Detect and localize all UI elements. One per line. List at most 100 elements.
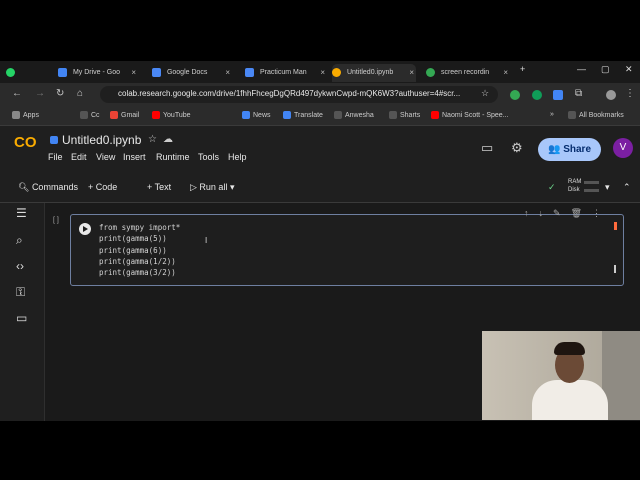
- bookmark-sharts[interactable]: Sharts: [389, 111, 420, 119]
- comment-icon[interactable]: ▭: [481, 140, 493, 156]
- tab-my-drive[interactable]: My Drive - Goo ×: [58, 64, 138, 82]
- run-all-button[interactable]: ▷ Run all ▾: [190, 182, 234, 193]
- share-button[interactable]: 👥 Share: [538, 138, 601, 161]
- menu-file[interactable]: File: [48, 152, 63, 162]
- bookmark-youtube[interactable]: YouTube: [152, 111, 191, 119]
- table-of-contents-icon[interactable]: ☰: [16, 206, 27, 220]
- bookmark-gmail[interactable]: Gmail: [110, 111, 139, 119]
- bookmark-news[interactable]: News: [242, 111, 271, 119]
- tab-google-docs[interactable]: Google Docs ×: [152, 64, 232, 82]
- menu-tools[interactable]: Tools: [198, 152, 219, 162]
- code-editor[interactable]: from sympy import* print(gamma(5)) print…: [99, 222, 180, 278]
- youtube-icon: [152, 111, 160, 119]
- account-avatar[interactable]: V: [613, 138, 633, 158]
- url-input[interactable]: colab.research.google.com/drive/1fhhFhce…: [100, 86, 498, 103]
- home-icon[interactable]: ⌂: [77, 88, 83, 99]
- ram-disk-indicator[interactable]: RAM Disk: [568, 178, 581, 194]
- folder-icon: [80, 111, 88, 119]
- reload-icon[interactable]: ↻: [56, 88, 64, 99]
- edit-icon[interactable]: ✎: [553, 208, 561, 218]
- runtime-dropdown-icon[interactable]: ▾: [605, 182, 610, 193]
- collapse-icon[interactable]: ⌃: [623, 182, 631, 193]
- close-icon[interactable]: ×: [503, 64, 508, 82]
- bookmark-translate[interactable]: Translate: [283, 111, 323, 119]
- gmail-icon: [110, 111, 118, 119]
- google-icon: [426, 67, 435, 77]
- menu-runtime[interactable]: Runtime: [156, 152, 190, 162]
- notebook-title[interactable]: Untitled0.ipynb: [62, 133, 141, 147]
- commands-button[interactable]: 🔍︎ Commands: [18, 182, 78, 193]
- drive-notebook-icon: [50, 136, 58, 144]
- add-text-button[interactable]: + Text: [147, 182, 171, 192]
- menu-edit[interactable]: Edit: [71, 152, 87, 162]
- files-folder-icon[interactable]: ▭: [16, 311, 27, 325]
- code-line: from sympy import*: [99, 223, 181, 232]
- maximize-icon[interactable]: ▢: [601, 64, 610, 75]
- docs-icon: [245, 67, 254, 77]
- extension-icon[interactable]: [553, 90, 563, 100]
- menu-insert[interactable]: Insert: [123, 152, 146, 162]
- tab-label: screen recordin: [440, 69, 490, 76]
- delete-icon[interactable]: 🗑︎: [571, 208, 582, 218]
- code-cell[interactable]: from sympy import* print(gamma(5)) print…: [70, 208, 624, 286]
- bookmark-apps[interactable]: Apps: [12, 111, 39, 119]
- run-cell-button[interactable]: [79, 223, 91, 235]
- code-line: print(gamma(6)): [99, 245, 167, 255]
- colab-logo[interactable]: CO: [14, 134, 37, 151]
- menu-view[interactable]: View: [96, 152, 115, 162]
- tab-label: My Drive - Goo: [72, 69, 121, 76]
- move-up-icon[interactable]: ↑: [524, 208, 529, 218]
- menu-help[interactable]: Help: [228, 152, 247, 162]
- secrets-key-icon[interactable]: ⚿: [16, 285, 25, 300]
- tab-label: Practicum Man: [259, 69, 307, 76]
- close-icon[interactable]: ×: [225, 64, 230, 82]
- news-icon: [242, 111, 250, 119]
- cloud-icon: ☁: [163, 134, 173, 145]
- cell-more-icon[interactable]: ⋮: [592, 208, 601, 218]
- bookmarks-bar: Apps Cc Gmail YouTube News Translate Anw…: [0, 107, 640, 126]
- new-tab-icon[interactable]: +: [520, 64, 525, 74]
- profile-avatar[interactable]: [606, 90, 616, 100]
- find-replace-icon[interactable]: ⌕: [16, 233, 23, 248]
- bookmark-folder[interactable]: Cc: [80, 111, 100, 119]
- move-down-icon[interactable]: ↓: [539, 208, 544, 218]
- back-icon[interactable]: ←: [12, 88, 22, 99]
- folder-icon: [389, 111, 397, 119]
- folder-icon: [334, 111, 342, 119]
- apps-grid-icon: [12, 111, 20, 119]
- scrollbar-thumb[interactable]: [614, 265, 616, 273]
- close-icon[interactable]: ×: [409, 64, 414, 82]
- people-icon: 👥: [547, 144, 564, 155]
- tab-untitled-notebook[interactable]: Untitled0.ipynb ×: [332, 64, 416, 82]
- extension-icon[interactable]: [510, 90, 520, 100]
- minimize-icon[interactable]: —: [577, 64, 586, 74]
- bookmark-all[interactable]: All Bookmarks: [568, 111, 624, 119]
- tab-screen-recording[interactable]: screen recordin ×: [426, 64, 510, 82]
- star-icon[interactable]: ☆: [148, 134, 157, 145]
- code-snippets-icon[interactable]: ‹›: [16, 259, 24, 273]
- window-close-icon[interactable]: ✕: [625, 64, 633, 75]
- close-icon[interactable]: ×: [131, 64, 136, 82]
- tab-label: Untitled0.ipynb: [346, 69, 394, 76]
- execution-count: [ ]: [53, 217, 59, 224]
- whatsapp-tab[interactable]: [6, 64, 52, 82]
- more-menu-icon[interactable]: ⋮: [625, 88, 635, 99]
- bookmark-naomi-scott[interactable]: Naomi Scott - Spee...: [431, 111, 509, 119]
- settings-gear-icon[interactable]: ⚙: [511, 140, 523, 156]
- whatsapp-icon: [6, 67, 15, 77]
- tab-practicum[interactable]: Practicum Man ×: [245, 64, 327, 82]
- youtube-icon: [431, 111, 439, 119]
- colab-header: CO Untitled0.ipynb ☆ ☁ File Edit View In…: [0, 126, 640, 176]
- search-icon: 🔍︎: [18, 182, 32, 192]
- extension-icon[interactable]: [532, 90, 542, 100]
- bookmarks-overflow-icon[interactable]: »: [550, 111, 554, 118]
- code-line: print(gamma(3/2)): [99, 268, 176, 278]
- bookmark-anwesha[interactable]: Anwesha: [334, 111, 374, 119]
- code-line: print(gamma(1/2)): [99, 256, 176, 266]
- close-icon[interactable]: ×: [320, 64, 325, 82]
- bookmark-star-icon[interactable]: ☆: [481, 88, 489, 99]
- code-line: print(gamma(5)): [99, 234, 167, 244]
- add-code-button[interactable]: + Code: [88, 182, 117, 192]
- forward-icon[interactable]: →: [35, 88, 45, 99]
- extensions-puzzle-icon[interactable]: ⧉: [575, 88, 582, 99]
